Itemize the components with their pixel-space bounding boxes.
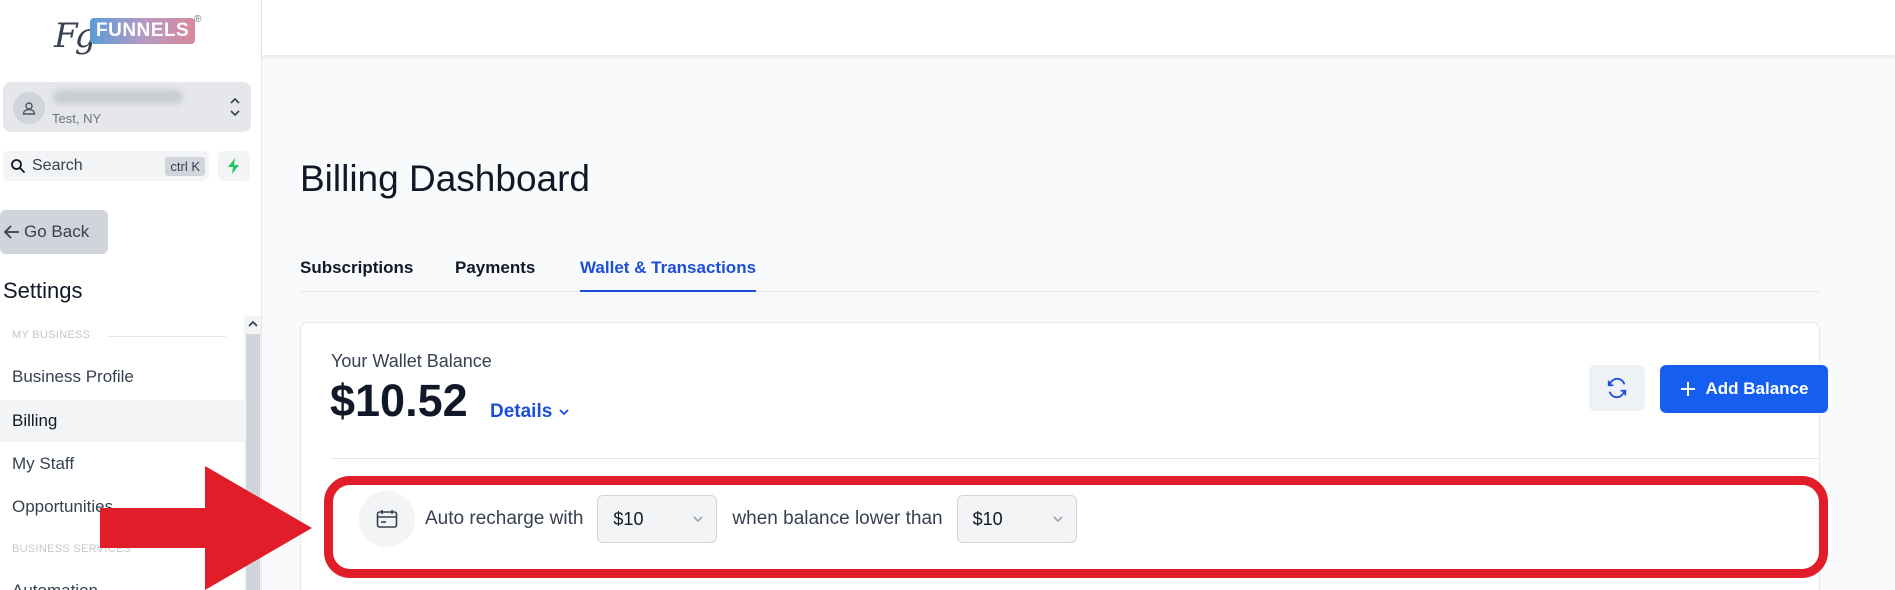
wallet-balance-label: Your Wallet Balance: [331, 351, 492, 371]
search-icon: [11, 159, 26, 174]
section-divider: [108, 336, 226, 337]
tab-payments[interactable]: Payments: [455, 258, 535, 290]
logo-script: Fg: [54, 16, 96, 56]
add-balance-label: Add Balance: [1705, 379, 1809, 398]
wallet-balance-amount: $10.52: [330, 375, 468, 426]
chevron-down-icon: [559, 409, 569, 416]
add-balance-button[interactable]: Add Balance: [1660, 365, 1828, 413]
go-back-label: Go Back: [24, 222, 90, 241]
sidebar-item-billing[interactable]: Billing: [0, 400, 244, 442]
plus-icon: [1680, 382, 1695, 396]
location-name-blurred: [53, 90, 183, 104]
logo-registered-mark: ®: [194, 14, 202, 25]
highlight-annotation-box: [324, 476, 1828, 578]
bolt-icon: [228, 158, 239, 174]
sidebar-item-business-profile[interactable]: Business Profile: [0, 356, 244, 398]
red-arrow-annotation: [100, 466, 312, 590]
section-label-my-business: MY BUSINESS: [12, 329, 91, 341]
settings-title: Settings: [3, 278, 83, 303]
location-avatar-icon: [13, 92, 45, 124]
card-divider: [330, 458, 1820, 459]
page-title: Billing Dashboard: [300, 158, 591, 199]
logo-wordmark: FUNNELS: [90, 18, 196, 44]
location-city: Test, NY: [52, 111, 102, 126]
quick-actions-button[interactable]: [218, 151, 250, 181]
details-label: Details: [490, 401, 553, 422]
tab-subscriptions[interactable]: Subscriptions: [300, 258, 413, 290]
search-button[interactable]: Search ctrl K: [3, 151, 209, 181]
brand-logo[interactable]: Fg FUNNELS ®: [54, 14, 204, 62]
go-back-button[interactable]: Go Back: [0, 210, 108, 254]
refresh-icon: [1607, 377, 1627, 399]
top-header: [262, 0, 1895, 55]
search-label: Search: [32, 157, 83, 174]
billing-tabs: Subscriptions Payments Wallet & Transact…: [300, 252, 1820, 292]
details-toggle[interactable]: Details: [490, 401, 570, 423]
location-switcher[interactable]: Test, NY: [3, 82, 251, 132]
refresh-button[interactable]: [1589, 365, 1645, 411]
chevron-up-down-icon: [230, 97, 240, 117]
tab-wallet-transactions[interactable]: Wallet & Transactions: [580, 258, 757, 292]
arrow-left-icon: [4, 225, 19, 239]
search-shortcut-badge: ctrl K: [165, 157, 205, 176]
scroll-up-icon[interactable]: [248, 319, 258, 329]
